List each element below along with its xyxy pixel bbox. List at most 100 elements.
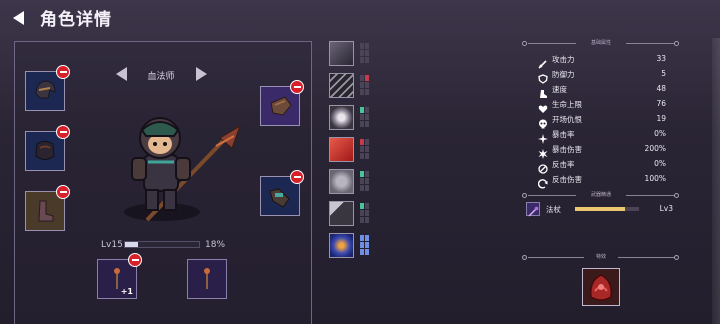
slash-skill-icon[interactable] (329, 73, 354, 98)
skill-pip (360, 43, 364, 49)
eye-skill-icon[interactable] (329, 105, 354, 130)
remove-accessory-button[interactable] (128, 253, 142, 267)
skill-level-pips (360, 171, 369, 193)
skill-pip (360, 235, 364, 241)
weapon-mastery-header: 武器精通 (522, 191, 680, 201)
enhance-level-label: +1 (120, 287, 133, 296)
weapon-mastery-row[interactable]: 法杖 Lv3 (526, 201, 676, 217)
remove-helmet-button[interactable] (56, 65, 70, 79)
accessory-slot-2[interactable] (187, 259, 227, 299)
skill-row[interactable] (329, 105, 377, 131)
stat-value: 100% (644, 174, 666, 183)
counter-damage-icon (537, 174, 548, 189)
stat-label: 反击伤害 (552, 175, 582, 184)
stat-value: 76 (656, 99, 666, 108)
stat-row: 生命上限 76 (538, 98, 666, 113)
skill-pip (365, 153, 369, 159)
skill-pip (365, 203, 369, 209)
stat-label: 攻击力 (552, 55, 575, 64)
stat-label: 暴击率 (552, 130, 575, 139)
skill-pip (360, 217, 364, 223)
skill-pip (360, 82, 364, 88)
sword-icon (538, 54, 548, 69)
stat-row: 开场仇恨 19 (538, 113, 666, 129)
shield-icon (538, 69, 548, 84)
skill-level-pips (360, 107, 369, 129)
divider-dot (674, 193, 679, 198)
skill-pip (365, 89, 369, 95)
divider-dot (674, 255, 679, 260)
previous-class-arrow-icon[interactable] (116, 67, 128, 81)
skill-pip (360, 210, 364, 216)
skill-level-pips (360, 235, 369, 257)
stat-value: 0% (654, 159, 666, 168)
skill-pip (365, 217, 369, 223)
scrollbar[interactable] (712, 38, 720, 324)
divider-line (626, 195, 674, 196)
remove-boots-button[interactable] (56, 185, 70, 199)
boots-icon (38, 200, 54, 222)
skill-pip (365, 114, 369, 120)
skill-row[interactable] (329, 73, 377, 99)
stat-label: 开场仇恨 (552, 115, 582, 124)
base-stats-header: 基础属性 (522, 39, 680, 49)
staff-icon (526, 202, 540, 217)
skill-row[interactable] (329, 137, 377, 163)
remove-armor-button[interactable] (56, 125, 70, 139)
claw-skill-icon[interactable] (329, 41, 354, 66)
skill-pip (360, 185, 364, 191)
stat-row: 防御力 5 (538, 68, 666, 84)
stat-label: 速度 (552, 85, 567, 94)
skill-pip (365, 50, 369, 56)
stat-label: 防御力 (552, 70, 575, 79)
stat-label: 生命上限 (552, 100, 582, 109)
skill-pip (360, 114, 364, 120)
skill-pip (360, 178, 364, 184)
skill-row[interactable] (329, 41, 377, 67)
skill-level-pips (360, 75, 369, 97)
top-bar: 角色详情 (0, 0, 720, 34)
skill-pip (365, 178, 369, 184)
skill-pip (365, 82, 369, 88)
skill-pip (365, 242, 369, 248)
crit-damage-icon (538, 144, 548, 159)
armor-icon (35, 141, 55, 160)
shadow-skill-icon[interactable] (329, 201, 354, 226)
skill-pip (360, 75, 364, 81)
skill-pip (365, 121, 369, 127)
experience-percent: 18% (205, 240, 226, 250)
weapon-mastery-bar (575, 207, 639, 211)
page-title: 角色详情 (40, 10, 112, 30)
skill-pip (365, 107, 369, 113)
skill-pip (360, 146, 364, 152)
effect-header: 特效 (522, 253, 680, 263)
spark-skill-icon[interactable] (329, 233, 354, 258)
stat-row: 暴击伤害 200% (538, 143, 666, 159)
back-arrow-icon[interactable] (12, 10, 26, 26)
skill-pip (365, 146, 369, 152)
skill-pip (360, 203, 364, 209)
character-portrait (124, 117, 241, 222)
skill-pip (360, 57, 364, 63)
weapon-mastery-fill (575, 207, 625, 211)
skill-row[interactable] (329, 201, 377, 227)
level-label: Lv15 (101, 240, 123, 250)
remove-bracer-button[interactable] (290, 170, 304, 184)
skill-pip (360, 89, 364, 95)
skill-pip (360, 107, 364, 113)
remove-gloves-button[interactable] (290, 80, 304, 94)
staff-accessory-icon (204, 268, 210, 289)
skill-pip (360, 139, 364, 145)
relic-slot[interactable] (582, 268, 620, 306)
experience-bar-fill (125, 242, 139, 247)
skill-pip (365, 210, 369, 216)
skill-row[interactable] (329, 169, 377, 195)
divider-line (618, 257, 674, 258)
skill-level-pips (360, 203, 369, 225)
stat-value: 0% (654, 129, 666, 138)
skill-pip (365, 185, 369, 191)
beast-skill-icon[interactable] (329, 169, 354, 194)
next-class-arrow-icon[interactable] (195, 67, 207, 81)
blood-strike-skill-icon[interactable] (329, 137, 354, 162)
skill-row[interactable] (329, 233, 377, 259)
